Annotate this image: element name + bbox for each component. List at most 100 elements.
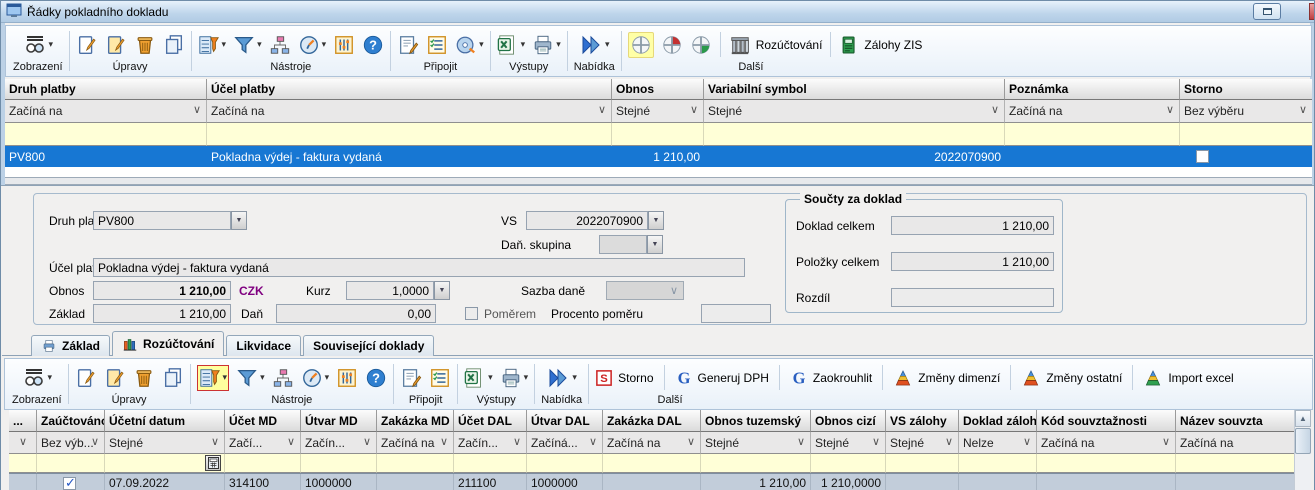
zaklad-field[interactable]: 1 210,00: [93, 304, 231, 323]
filter-operator-select[interactable]: Začíná...∨: [527, 432, 603, 454]
filter-value-input[interactable]: [1005, 123, 1180, 146]
filter-value-input[interactable]: [612, 123, 704, 146]
column-header[interactable]: VS zálohy: [886, 410, 959, 432]
dan-skupina-field[interactable]: [599, 235, 647, 254]
column-header[interactable]: ...: [9, 410, 37, 432]
menu-button[interactable]: ▾: [546, 367, 577, 389]
filter-operator-select[interactable]: Začí...∨: [225, 432, 301, 454]
excel-export-button[interactable]: ▾: [497, 34, 526, 56]
filter-operator-select[interactable]: Stejné∨: [886, 432, 959, 454]
note-button[interactable]: [397, 34, 419, 56]
procento-pomeru-field[interactable]: [701, 304, 771, 323]
print-button[interactable]: ▾: [532, 34, 561, 56]
column-header[interactable]: Druh platby: [5, 79, 207, 100]
kurz-lookup-button[interactable]: ▼: [434, 281, 450, 300]
filter-value-input[interactable]: [704, 123, 1005, 146]
refresh-button[interactable]: ▾: [298, 34, 327, 56]
vs-field[interactable]: 2022070900: [526, 211, 648, 230]
help-button[interactable]: ?: [365, 367, 387, 389]
column-header[interactable]: Účet MD: [225, 410, 301, 432]
dan-field[interactable]: 0,00: [276, 304, 436, 323]
calendar-lookup-button[interactable]: [205, 455, 221, 471]
filter-value-input[interactable]: [1037, 454, 1176, 473]
zaokrouhlit-button[interactable]: G Zaokrouhlit: [790, 369, 872, 387]
tab-souvisejici-doklady[interactable]: Související doklady: [303, 335, 434, 356]
pie-red-button[interactable]: [661, 34, 683, 56]
zalohy-zis-button[interactable]: Zálohy ZIS: [839, 34, 922, 56]
tasks-button[interactable]: [429, 367, 451, 389]
filter-value-input[interactable]: [37, 454, 105, 473]
filter-value-input[interactable]: [225, 454, 301, 473]
organize-button-active[interactable]: ▾: [197, 365, 230, 391]
settings-button[interactable]: [333, 34, 355, 56]
filter-value-input[interactable]: [301, 454, 377, 473]
sazba-dane-select[interactable]: ∨: [606, 281, 684, 300]
filter-value-input[interactable]: [9, 454, 37, 473]
filter-operator-select[interactable]: Začíná na∨: [377, 432, 454, 454]
druh-platby-lookup-button[interactable]: ▼: [231, 211, 247, 230]
refresh-button[interactable]: ▾: [301, 367, 330, 389]
filter-operator-select[interactable]: Začín...∨: [454, 432, 527, 454]
filter-value-input[interactable]: [105, 454, 225, 473]
filter-operator-select[interactable]: Začíná na: [1176, 432, 1294, 454]
column-header[interactable]: Obnos tuzemský: [701, 410, 811, 432]
edit-record-button[interactable]: [104, 367, 126, 389]
new-record-button[interactable]: [75, 367, 97, 389]
filter-button[interactable]: ▾: [233, 34, 262, 56]
views-button[interactable]: ▾: [23, 34, 54, 56]
close-button[interactable]: [1309, 3, 1314, 20]
column-header[interactable]: Účel platby: [207, 79, 612, 100]
filter-operator-select[interactable]: Začíná na∨: [5, 100, 207, 123]
column-header[interactable]: Poznámka: [1005, 79, 1180, 100]
filter-value-input[interactable]: [527, 454, 603, 473]
print-button[interactable]: ▾: [500, 367, 529, 389]
scroll-up-button[interactable]: ▲: [1295, 410, 1311, 427]
filter-operator-select[interactable]: Začíná na∨: [1005, 100, 1180, 123]
delete-record-button[interactable]: [133, 367, 155, 389]
kurz-field[interactable]: 1,0000: [346, 281, 434, 300]
scrollbar-thumb[interactable]: [1295, 428, 1311, 454]
column-header[interactable]: Obnos: [612, 79, 704, 100]
zmeny-ostatni-button[interactable]: Změny ostatní: [1021, 368, 1122, 388]
import-excel-button[interactable]: Import excel: [1143, 368, 1233, 388]
tab-zaklad[interactable]: Základ: [31, 335, 110, 356]
settings-button[interactable]: [336, 367, 358, 389]
obnos-field[interactable]: 1 210,00: [93, 281, 231, 300]
storno-button[interactable]: S Storno: [595, 369, 653, 387]
filter-operator-select[interactable]: Nelze∨: [959, 432, 1037, 454]
column-header[interactable]: Variabilní symbol: [704, 79, 1005, 100]
copy-record-button[interactable]: [163, 34, 185, 56]
filter-value-input[interactable]: [811, 454, 886, 473]
note-button[interactable]: [400, 367, 422, 389]
new-record-button[interactable]: [76, 34, 98, 56]
column-header[interactable]: Účetní datum: [105, 410, 225, 432]
filter-operator-select[interactable]: Bez výb...∨: [37, 432, 105, 454]
filter-operator-select[interactable]: Stejné∨: [704, 100, 1005, 123]
filter-value-input[interactable]: [454, 454, 527, 473]
ucel-platby-field[interactable]: Pokladna výdej - faktura vydaná: [93, 258, 745, 277]
table-row-selected[interactable]: 07.09.2022 314100 1000000 211100 1000000…: [9, 473, 1294, 490]
tab-likvidace[interactable]: Likvidace: [226, 335, 301, 356]
column-header[interactable]: Účet DAL: [454, 410, 527, 432]
column-header[interactable]: Název souvzta: [1176, 410, 1294, 432]
filter-value-input[interactable]: [5, 123, 207, 146]
table-row-selected[interactable]: PV800 Pokladna výdej - faktura vydaná 1 …: [5, 146, 1312, 167]
column-header[interactable]: Zakázka DAL: [603, 410, 701, 432]
help-button[interactable]: ?: [362, 34, 384, 56]
media-button[interactable]: ▾: [455, 34, 484, 56]
filter-value-input[interactable]: [1180, 123, 1312, 146]
vs-lookup-button[interactable]: ▼: [648, 211, 664, 230]
pie-all-button[interactable]: [628, 32, 654, 58]
column-header[interactable]: Útvar DAL: [527, 410, 603, 432]
column-header[interactable]: Útvar MD: [301, 410, 377, 432]
filter-operator-select[interactable]: Bez výběru∨: [1180, 100, 1312, 123]
column-header[interactable]: Kód souvztažnosti: [1037, 410, 1176, 432]
views-button[interactable]: ▾: [22, 367, 53, 389]
tab-rozuctovani[interactable]: Rozúčtování: [112, 331, 224, 356]
filter-operator-select[interactable]: Začíná na∨: [603, 432, 701, 454]
zmeny-dimenzi-button[interactable]: Změny dimenzí: [893, 368, 1000, 388]
storno-checkbox[interactable]: [1196, 150, 1209, 163]
filter-value-input[interactable]: [701, 454, 811, 473]
filter-operator-select[interactable]: ∨: [9, 432, 37, 454]
vertical-scrollbar[interactable]: ▲: [1294, 410, 1311, 490]
